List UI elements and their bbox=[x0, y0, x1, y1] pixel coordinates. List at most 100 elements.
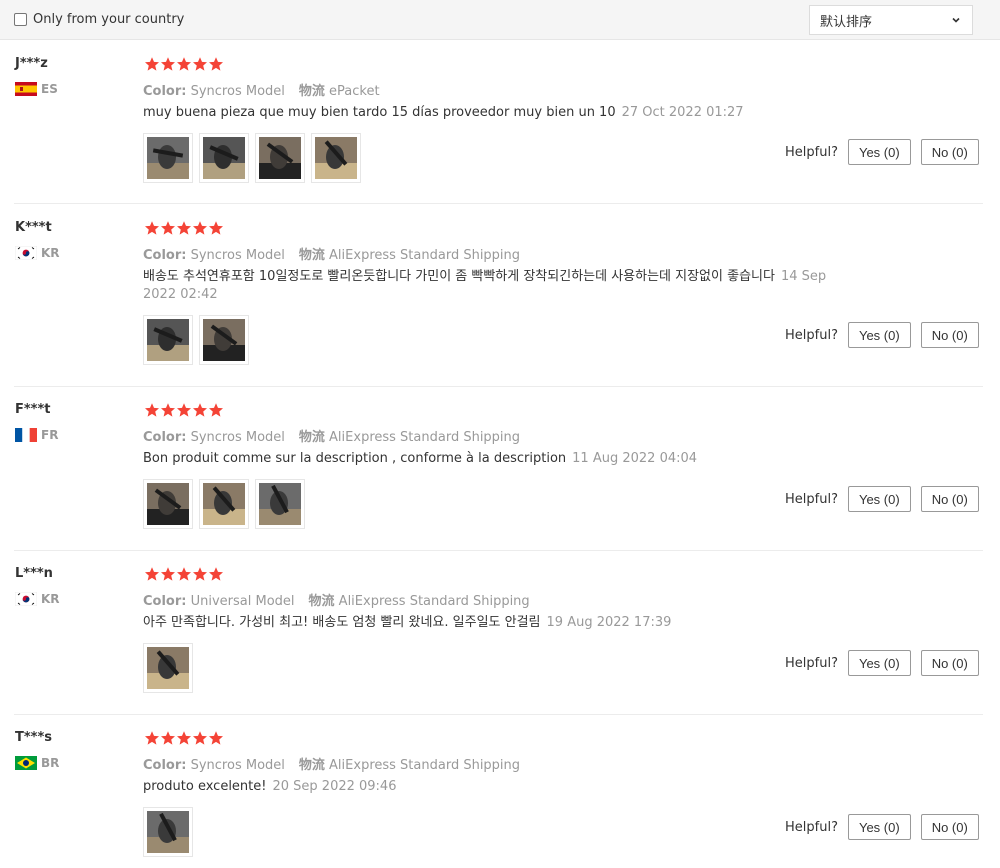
review-comment: muy buena pieza que muy bien tardo 15 dí… bbox=[143, 104, 863, 122]
color-value: Syncros Model bbox=[186, 758, 285, 773]
review-images bbox=[143, 315, 255, 365]
star-icon bbox=[145, 221, 159, 235]
helpful-no-button[interactable]: No (0) bbox=[920, 814, 979, 840]
star-icon bbox=[177, 567, 191, 581]
review-date: 27 Oct 2022 01:27 bbox=[621, 105, 744, 120]
helpful-no-button[interactable]: No (0) bbox=[920, 139, 979, 165]
reviewer-country: KR bbox=[15, 592, 60, 606]
review-image-thumbnail[interactable] bbox=[143, 479, 193, 529]
review-images bbox=[143, 807, 199, 857]
helpful-yes-button[interactable]: Yes (0) bbox=[847, 139, 911, 165]
chevron-down-icon bbox=[952, 17, 960, 23]
helpful-label: Helpful? bbox=[785, 491, 838, 507]
shipping-label: 物流 bbox=[308, 594, 335, 609]
star-icon bbox=[177, 221, 191, 235]
review-divider bbox=[14, 203, 983, 204]
shipping-value: AliExpress Standard Shipping bbox=[334, 594, 530, 609]
review-comment: 아주 만족합니다. 가성비 최고! 배송도 엄청 빨리 왔네요. 일주일도 안걸… bbox=[143, 614, 863, 632]
review-date: 19 Aug 2022 17:39 bbox=[546, 615, 672, 630]
star-icon bbox=[209, 221, 223, 235]
review-meta: Color: Syncros Model 物流 ePacket bbox=[143, 80, 380, 99]
review-image-thumbnail[interactable] bbox=[143, 315, 193, 365]
review-meta: Color: Syncros Model 物流 AliExpress Standa… bbox=[143, 426, 520, 445]
helpful-no-button[interactable]: No (0) bbox=[920, 650, 979, 676]
review-meta: Color: Universal Model 物流 AliExpress Stan… bbox=[143, 590, 530, 609]
color-label: Color: bbox=[143, 758, 187, 773]
review-image-thumbnail[interactable] bbox=[143, 643, 193, 693]
only-my-country-filter[interactable]: Only from your country bbox=[14, 12, 184, 27]
review-image-thumbnail[interactable] bbox=[199, 479, 249, 529]
reviewer-name: F***t bbox=[15, 402, 51, 417]
country-filter-label: Only from your country bbox=[33, 12, 185, 27]
star-rating bbox=[144, 566, 224, 582]
helpful-yes-button[interactable]: Yes (0) bbox=[847, 322, 911, 348]
shipping-value: AliExpress Standard Shipping bbox=[324, 758, 521, 773]
color-value: Syncros Model bbox=[186, 248, 285, 263]
shipping-label: 物流 bbox=[298, 248, 325, 263]
star-icon bbox=[177, 731, 191, 745]
reviewer-country: ES bbox=[15, 82, 58, 96]
shipping-label: 物流 bbox=[298, 430, 325, 445]
review-divider bbox=[14, 386, 983, 387]
color-value: Syncros Model bbox=[186, 430, 285, 445]
helpful-no-button[interactable]: No (0) bbox=[920, 486, 979, 512]
sort-dropdown[interactable]: 默认排序 bbox=[809, 5, 973, 35]
country-code: KR bbox=[41, 246, 60, 260]
reviewer-country: FR bbox=[15, 428, 58, 442]
flag-icon bbox=[15, 82, 37, 96]
color-label: Color: bbox=[143, 430, 187, 445]
review-comment: Bon produit comme sur la description , c… bbox=[143, 450, 863, 468]
review-image-thumbnail[interactable] bbox=[255, 479, 305, 529]
color-value: Syncros Model bbox=[186, 84, 285, 99]
star-icon bbox=[177, 57, 191, 71]
review-image-thumbnail[interactable] bbox=[199, 315, 249, 365]
star-icon bbox=[145, 403, 159, 417]
country-code: KR bbox=[41, 592, 60, 606]
review-comment: produto excelente! 20 Sep 2022 09:46 bbox=[143, 778, 863, 796]
comment-text: produto excelente! bbox=[143, 779, 267, 794]
helpful-vote: Helpful? Yes (0) No (0) bbox=[785, 650, 989, 676]
helpful-vote: Helpful? Yes (0) No (0) bbox=[785, 486, 989, 512]
star-icon bbox=[193, 221, 207, 235]
comment-text: muy buena pieza que muy bien tardo 15 dí… bbox=[143, 105, 616, 120]
country-checkbox[interactable] bbox=[14, 13, 27, 26]
star-icon bbox=[209, 731, 223, 745]
color-label: Color: bbox=[143, 248, 187, 263]
country-code: FR bbox=[41, 428, 59, 442]
review-image-thumbnail[interactable] bbox=[255, 133, 305, 183]
review-image-thumbnail[interactable] bbox=[199, 133, 249, 183]
flag-icon bbox=[15, 592, 37, 606]
star-icon bbox=[209, 57, 223, 71]
star-icon bbox=[161, 403, 175, 417]
shipping-label: 物流 bbox=[298, 758, 325, 773]
review-image-thumbnail[interactable] bbox=[143, 807, 193, 857]
review-divider bbox=[14, 550, 983, 551]
reviewer-name: L***n bbox=[15, 566, 53, 581]
flag-icon bbox=[15, 756, 37, 770]
star-rating bbox=[144, 730, 224, 746]
review-comment: 배송도 추석연휴포함 10일정도로 빨리온듯합니다 가민이 좀 빡빡하게 장착되… bbox=[143, 268, 863, 304]
star-icon bbox=[209, 567, 223, 581]
helpful-yes-button[interactable]: Yes (0) bbox=[847, 814, 911, 840]
star-icon bbox=[193, 403, 207, 417]
helpful-no-button[interactable]: No (0) bbox=[920, 322, 979, 348]
review-images bbox=[143, 479, 311, 529]
star-icon bbox=[161, 567, 175, 581]
star-icon bbox=[145, 731, 159, 745]
comment-text: 아주 만족합니다. 가성비 최고! 배송도 엄청 빨리 왔네요. 일주일도 안걸… bbox=[143, 615, 541, 630]
reviewer-name: T***s bbox=[15, 730, 53, 745]
helpful-yes-button[interactable]: Yes (0) bbox=[847, 650, 911, 676]
comment-text: 배송도 추석연휴포함 10일정도로 빨리온듯합니다 가민이 좀 빡빡하게 장착되… bbox=[143, 269, 775, 284]
star-rating bbox=[144, 220, 224, 236]
helpful-yes-button[interactable]: Yes (0) bbox=[847, 486, 911, 512]
shipping-value: AliExpress Standard Shipping bbox=[324, 248, 521, 263]
filter-bar: Only from your country 默认排序 bbox=[0, 0, 1000, 40]
review-image-thumbnail[interactable] bbox=[311, 133, 361, 183]
review-image-thumbnail[interactable] bbox=[143, 133, 193, 183]
helpful-label: Helpful? bbox=[785, 819, 838, 835]
helpful-vote: Helpful? Yes (0) No (0) bbox=[785, 814, 989, 840]
helpful-label: Helpful? bbox=[785, 327, 838, 343]
shipping-value: AliExpress Standard Shipping bbox=[324, 430, 521, 445]
review-divider bbox=[14, 714, 983, 715]
flag-icon bbox=[15, 246, 37, 260]
